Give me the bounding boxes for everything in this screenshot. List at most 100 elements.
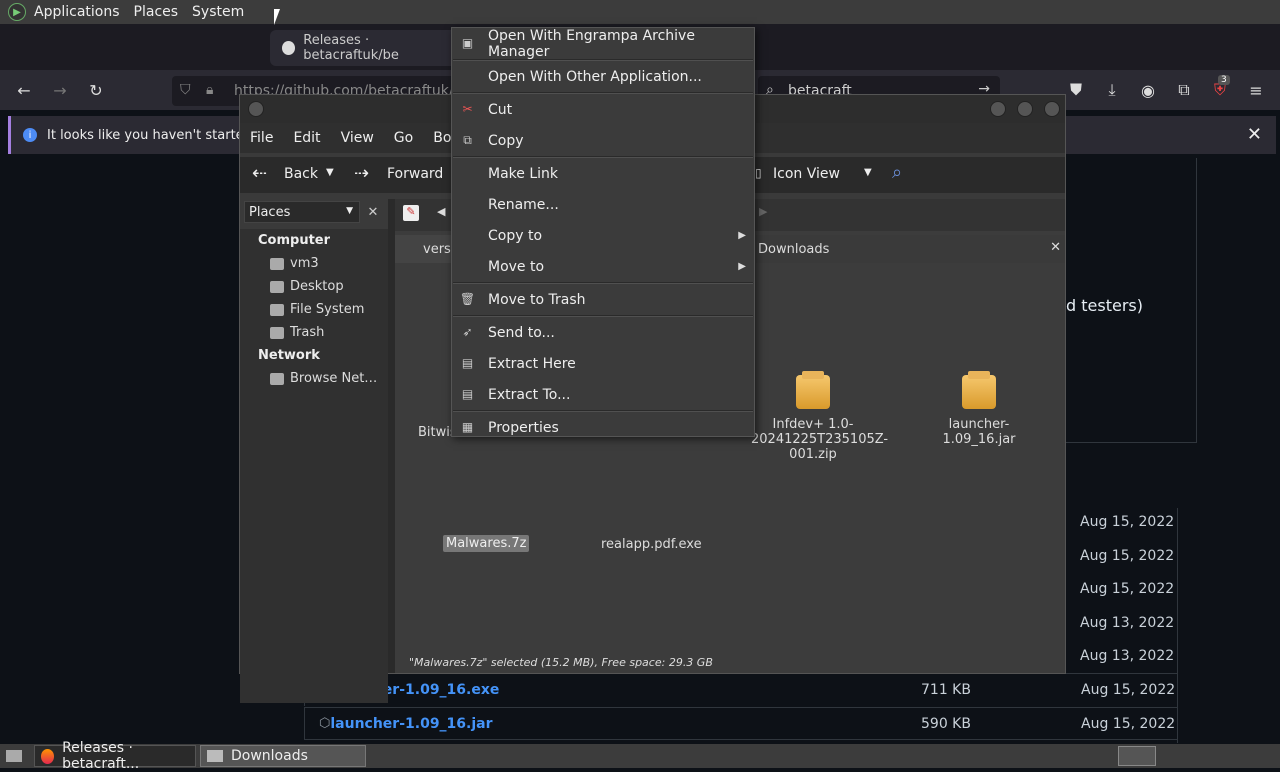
menu-item-make-link[interactable]: Make Link [452,158,754,189]
task-firefox[interactable]: Releases · betacraft... [34,740,196,772]
close-notice-icon[interactable]: ✕ [1247,124,1262,145]
menu-item-open-other[interactable]: Open With Other Application... [452,61,754,92]
browser-tab-releases[interactable]: Releases · betacraftuk/be [270,30,460,66]
path-right-arrow-icon[interactable]: ▶ [759,205,767,218]
info-icon: i [23,128,37,142]
back-history-dropdown-icon[interactable]: ▼ [326,167,334,178]
show-desktop-icon[interactable] [0,745,30,767]
menu-item-label: Move to Trash [488,291,586,308]
menu-hamburger-icon[interactable]: ≡ [1244,78,1268,102]
sidebar-item-filesystem[interactable]: File System [240,298,388,321]
sidebar-type-select[interactable]: Places ▼ [244,201,360,223]
home-folder-icon [270,257,284,270]
close-sidebar-icon[interactable]: ✕ [364,201,382,223]
asset-date: Aug 13, 2022 [1080,648,1175,664]
asset-size: 711 KB [921,682,971,698]
network-icon [270,372,284,385]
shield-icon[interactable]: ⛉ [180,82,191,98]
menu-places[interactable]: Places [134,4,179,20]
menu-item-copy-to[interactable]: Copy to ▶ [452,220,754,251]
trash-icon [270,326,284,339]
back-button[interactable]: Back [284,166,318,182]
sidebar-item-trash[interactable]: Trash [240,321,388,344]
extension-badge: 3 [1218,75,1230,85]
trash-icon: 🗑︎ [459,292,476,306]
sidebar-item-desktop[interactable]: Desktop [240,275,388,298]
places-sidebar: Computer vm3 Desktop File System Trash N… [240,229,388,703]
menu-item-rename[interactable]: Rename... [452,189,754,220]
file-name: Infdev+ 1.0-20241225T235105Z-001.zip [751,417,889,462]
sidebar-item-browse-network[interactable]: Browse Net… [240,367,388,390]
menu-item-label: Open With Other Application... [488,68,702,85]
task-label: Releases · betacraft... [62,740,140,772]
sidebar-item-label: Trash [290,325,325,340]
menu-system[interactable]: System [192,4,244,20]
mate-logo-icon[interactable]: ▶ [8,3,26,21]
package-icon: ⬡ [319,716,331,731]
menu-edit[interactable]: Edit [293,130,320,146]
tab-label: Downloads [758,241,830,257]
menu-item-label: Copy to [488,227,543,244]
copy-icon: ⧉ [463,132,472,147]
menu-item-send-to[interactable]: ➶ Send to... [452,317,754,348]
back-icon[interactable]: ⇠ [252,163,267,184]
account-icon[interactable]: ◉ [1136,78,1160,102]
file-item[interactable]: Infdev+ 1.0-20241225T235105Z-001.zip [749,371,889,462]
menu-applications[interactable]: Applications [34,4,120,20]
pane-divider[interactable] [388,199,395,673]
reload-icon[interactable]: ↻ [84,78,108,102]
menu-item-label: Move to [488,258,545,275]
forward-arrow-icon[interactable]: → [48,78,72,102]
close-tab-icon[interactable]: ✕ [1050,240,1061,255]
window-menu-button[interactable] [248,101,264,117]
desktop-icon [270,280,284,293]
menu-item-label: Properties [488,419,559,436]
tab-title: Releases · betacraftuk/be [303,33,399,63]
pocket-icon[interactable]: ⛊ [1064,78,1088,102]
downloads-icon[interactable]: ⤓ [1100,78,1124,102]
file-item[interactable]: realapp.pdf.exe [601,537,702,552]
close-window-button[interactable] [1044,101,1060,117]
menu-item-copy[interactable]: ⧉ Copy [452,125,754,156]
extensions-icon[interactable]: ⧉ [1172,78,1196,102]
menu-view[interactable]: View [341,130,374,146]
asset-date: Aug 15, 2022 [1080,548,1175,564]
forward-icon[interactable]: ⇢ [354,163,369,184]
path-left-arrow-icon[interactable]: ◀ [437,205,445,218]
sidebar-item-label: File System [290,302,365,317]
sidebar-item-label: vm3 [290,256,319,271]
minimize-button[interactable] [990,101,1006,117]
asset-date: Aug 15, 2022 [1080,581,1175,597]
scissors-icon: ✂ [462,102,473,116]
edit-location-icon[interactable]: ✎ [403,205,419,221]
task-label: Downloads [231,748,308,764]
file-item[interactable]: launcher-1.09_16.jar [915,371,1043,447]
task-downloads[interactable]: Downloads [200,745,366,767]
workspace-switcher[interactable] [1118,746,1156,766]
view-mode-dropdown-icon[interactable]: ▼ [864,167,872,178]
menu-item-open-engrampa[interactable]: ▣ Open With Engrampa Archive Manager [452,28,754,60]
drive-icon [270,303,284,316]
menu-go[interactable]: Go [394,130,413,146]
menu-file[interactable]: File [250,130,273,146]
sidebar-item-vm3[interactable]: vm3 [240,252,388,275]
archive-file-icon [796,371,830,409]
tab-versi[interactable]: versi [395,235,455,263]
top-panel: ▶ Applications Places System [0,0,1280,24]
view-mode-select[interactable]: Icon View [773,166,840,182]
maximize-button[interactable] [1017,101,1033,117]
status-bar: "Malwares.7z" selected (15.2 MB), Free s… [409,655,713,669]
lock-icon[interactable]: 🔒︎ [206,82,213,98]
menu-item-extract-to[interactable]: ▤ Extract To... [452,379,754,410]
menu-item-move-to-trash[interactable]: 🗑︎ Move to Trash [452,284,754,315]
forward-button[interactable]: Forward [387,166,443,182]
menu-item-cut[interactable]: ✂ Cut [452,94,754,125]
menu-item-extract-here[interactable]: ▤ Extract Here [452,348,754,379]
back-arrow-icon[interactable]: ← [12,78,36,102]
menu-item-properties[interactable]: ▦ Properties [452,412,754,443]
tab-downloads[interactable]: Downloads ✕ [755,235,1065,263]
asset-link[interactable]: launcher-1.09_16.jar [330,716,492,732]
file-item-selected[interactable]: Malwares.7z [443,535,530,552]
search-icon[interactable]: ⌕ [892,162,902,183]
menu-item-move-to[interactable]: Move to ▶ [452,251,754,282]
